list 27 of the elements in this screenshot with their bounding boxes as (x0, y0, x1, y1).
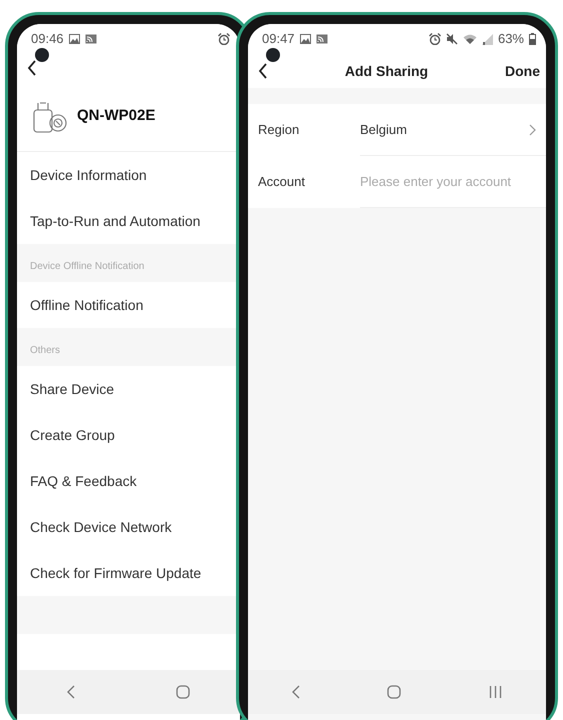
field-label: Account (257, 173, 306, 192)
image-icon (68, 34, 80, 44)
device-name: QN-WP02E (77, 106, 156, 126)
status-time: 09:46 (31, 30, 64, 48)
wifi-icon (462, 34, 477, 44)
cast-icon (84, 34, 97, 44)
alarm-icon (218, 33, 230, 45)
status-time: 09:47 (262, 30, 295, 48)
done-button[interactable]: Done (505, 60, 540, 82)
home-icon[interactable] (387, 685, 402, 699)
image-icon (300, 34, 311, 44)
account-field[interactable]: Please enter your account (360, 172, 536, 192)
region-value[interactable]: Belgium (360, 120, 529, 140)
battery-percent: 63% (498, 30, 524, 48)
signal-icon (482, 34, 493, 44)
battery-icon (529, 33, 536, 45)
field-label: Region (257, 121, 300, 140)
alarm-icon (428, 33, 441, 45)
recents-icon[interactable] (489, 685, 502, 699)
home-icon[interactable] (176, 685, 190, 699)
cast-icon (316, 34, 328, 44)
back-icon[interactable] (27, 60, 37, 76)
mute-icon (446, 33, 458, 45)
chevron-icon (529, 124, 536, 136)
smart-plug-icon (31, 100, 67, 134)
screen-title: Add Sharing (344, 62, 430, 81)
back-icon[interactable] (258, 63, 268, 79)
